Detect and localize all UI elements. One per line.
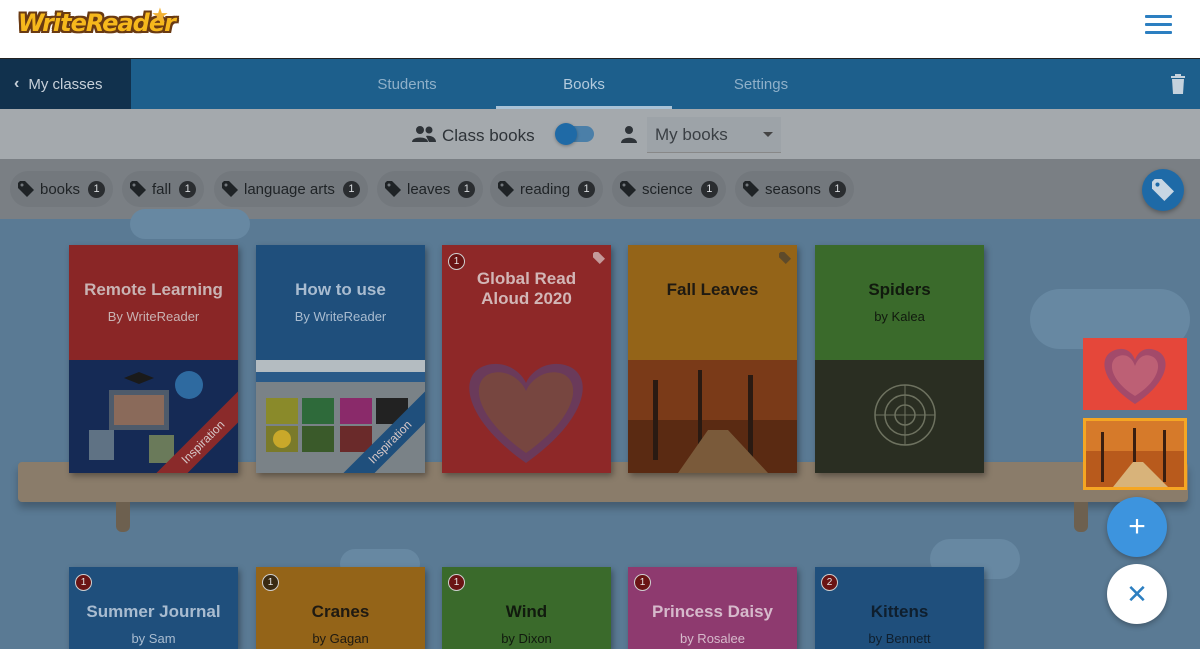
book-title: How to use [295,280,386,299]
manage-tags-button[interactable] [1142,169,1184,211]
tag-icon [620,181,636,197]
tag-chip-science[interactable]: science 1 [612,171,726,207]
tab-books[interactable]: Books [496,59,672,109]
tag-count-badge: 1 [179,180,197,198]
person-icon [621,126,637,143]
tag-icon [779,252,791,264]
tag-count-badge: 1 [458,180,476,198]
tag-chip-leaves[interactable]: leaves 1 [377,171,484,207]
notification-badge: 2 [821,574,838,591]
tag-label: seasons [765,180,821,198]
book-title: Remote Learning [84,280,223,299]
tag-icon [385,181,401,197]
star-icon: ★ [151,5,169,27]
book-author: by Dixon [501,631,552,646]
tag-label: reading [520,180,571,198]
toggle-knob[interactable] [555,123,577,145]
trash-icon[interactable] [1170,74,1186,94]
back-to-classes-button[interactable]: ‹ My classes [0,59,131,109]
filter-toolbar [0,109,1200,159]
book-title: Cranes [311,602,370,621]
shelf-bracket [1074,502,1088,532]
tag-icon [130,181,146,197]
tab-settings[interactable]: Settings [673,59,849,109]
heart-image-thumbnail[interactable] [1083,338,1187,410]
book-title: Fall Leaves [666,280,759,299]
tag-icon [18,181,34,197]
books-owner-select[interactable]: My books [647,117,781,153]
tag-chip-seasons[interactable]: seasons 1 [735,171,854,207]
book-title: Princess Daisy [652,602,773,621]
book-title: Wind [505,602,548,621]
tag-count-badge: 1 [578,180,596,198]
tag-label: science [642,180,693,198]
tag-chip-language-arts[interactable]: language arts 1 [214,171,368,207]
book-author: by Sam [131,631,176,646]
book-global-read-aloud[interactable]: 1 Global Read Aloud 2020 [442,245,611,473]
book-remote-learning[interactable]: Remote Learning By WriteReader Inspirati… [69,245,238,473]
book-summer-journal[interactable]: 1 Summer Journal by Sam [69,567,238,649]
tag-icon [1152,179,1174,201]
heart-crayons-illustration [442,343,611,473]
book-author: by Rosalee [679,631,746,646]
book-author: by Kalea [874,309,925,324]
chevron-left-icon: ‹ [14,75,20,92]
class-books-label: Class books [442,126,535,145]
book-author: By WriteReader [107,309,200,324]
tag-chip-reading[interactable]: reading 1 [490,171,604,207]
spider-web-photo [815,360,984,473]
autumn-image-thumbnail[interactable] [1083,418,1187,490]
tag-icon [498,181,514,197]
tab-students[interactable]: Students [319,59,495,109]
chevron-down-icon [763,132,773,137]
tag-count-badge: 1 [88,180,106,198]
class-navbar: ‹ My classes Students Books Settings [0,59,1200,109]
book-cranes[interactable]: 1 Cranes by Gagan [256,567,425,649]
tag-chip-books[interactable]: books 1 [10,171,114,207]
book-title: Summer Journal [86,602,221,621]
select-value: My books [655,125,728,144]
book-princess-daisy[interactable]: 1 Princess Daisy by Rosalee [628,567,797,649]
tag-count-badge: 1 [828,180,846,198]
cloud-decoration [130,209,250,239]
autumn-forest-photo [628,360,797,473]
add-button[interactable]: + [1107,497,1167,557]
book-author: by Bennett [868,631,931,646]
book-author: By WriteReader [294,309,387,324]
shelf-bracket [116,502,130,532]
tag-chip-fall[interactable]: fall 1 [122,171,205,207]
notification-badge: 1 [448,574,465,591]
tag-label: leaves [407,180,451,198]
tag-label: books [40,180,81,198]
tag-count-badge: 1 [700,180,718,198]
top-header: WriteReader ★ [0,0,1200,59]
back-label: My classes [28,75,103,93]
hamburger-icon[interactable] [1145,15,1172,35]
book-author: by Gagan [312,631,369,646]
book-title: Spiders [868,280,931,299]
book-title: Kittens [870,602,929,621]
close-button[interactable]: ✕ [1107,564,1167,624]
tag-icon [743,181,759,197]
tag-icon [593,252,605,264]
book-how-to-use[interactable]: How to use By WriteReader Inspiration [256,245,425,473]
book-title: Global Read Aloud 2020 [476,269,577,308]
book-kittens[interactable]: 2 Kittens by Bennett [815,567,984,649]
tag-label: fall [152,180,172,198]
notification-badge: 1 [262,574,279,591]
people-icon [412,126,436,142]
book-spiders[interactable]: Spiders by Kalea [815,245,984,473]
tag-icon [222,181,238,197]
book-fall-leaves[interactable]: Fall Leaves [628,245,797,473]
tag-count-badge: 1 [342,180,360,198]
notification-badge: 1 [75,574,92,591]
tag-label: language arts [244,180,335,198]
book-wind[interactable]: 1 Wind by Dixon [442,567,611,649]
notification-badge: 1 [448,253,465,270]
notification-badge: 1 [634,574,651,591]
